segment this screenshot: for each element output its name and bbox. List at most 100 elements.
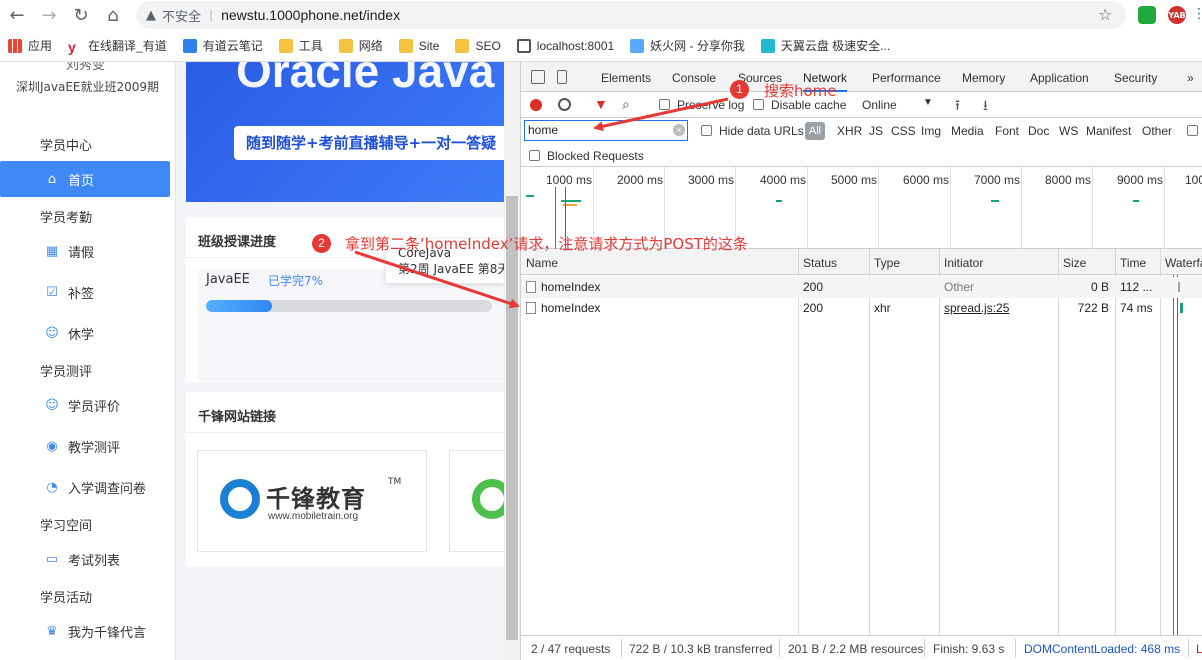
- filter-type-ws[interactable]: WS: [1059, 124, 1078, 138]
- record-icon[interactable]: [530, 99, 542, 111]
- bookmark-localhost[interactable]: localhost:8001: [516, 38, 614, 53]
- sidebar-item-label: 请假: [68, 245, 95, 261]
- banner[interactable]: Oracle Java 随到随学+考前直播辅导+一对一答疑: [186, 62, 504, 202]
- filter-type-js[interactable]: JS: [869, 124, 883, 138]
- blocked-requests-checkbox[interactable]: [529, 150, 540, 161]
- blocked-requests-row: Blocked Requests: [521, 144, 1202, 167]
- logo-tm: TM: [388, 477, 402, 487]
- status-resources: 201 B / 2.2 MB resources: [788, 642, 924, 656]
- bookmark-yaohuo[interactable]: 妖火网 - 分享你我: [630, 37, 745, 54]
- row-initiator: Other: [944, 280, 975, 294]
- home-icon: ⌂: [47, 171, 57, 187]
- class-name: 深圳JavaEE就业班2009期: [16, 80, 160, 94]
- sidebar-item-label: 入学调查问卷: [68, 481, 147, 497]
- tab-console[interactable]: Console: [672, 62, 716, 92]
- bookmark-note[interactable]: 有道云笔记: [182, 37, 263, 54]
- clear-icon[interactable]: [558, 98, 571, 111]
- bookmark-folder-site[interactable]: Site: [398, 38, 439, 53]
- clear-filter-icon[interactable]: ×: [673, 124, 685, 136]
- status-separator: [1015, 639, 1016, 657]
- sidebar-item-suspend[interactable]: ☺ 休学: [0, 315, 170, 351]
- scroll-thumb[interactable]: [506, 196, 518, 640]
- bookmark-label: 天翼云盘 极速安全...: [780, 39, 891, 53]
- hide-data-urls-checkbox[interactable]: [701, 125, 712, 136]
- filter-type-xhr[interactable]: XHR: [837, 124, 862, 138]
- inspect-icon[interactable]: [531, 70, 545, 84]
- tab-application[interactable]: Application: [1030, 62, 1089, 92]
- filter-type-img[interactable]: Img: [921, 124, 941, 138]
- bookmark-apps[interactable]: 应用: [8, 37, 52, 54]
- col-initiator[interactable]: Initiator: [939, 249, 1058, 275]
- omnibox[interactable]: ▲ 不安全 | newstu.1000phone.net/index: [136, 1, 1126, 29]
- tab-security[interactable]: Security: [1114, 62, 1157, 92]
- partner-link[interactable]: [449, 450, 512, 552]
- col-status[interactable]: Status: [798, 249, 869, 275]
- col-waterfall[interactable]: Waterfall: [1160, 249, 1202, 275]
- bookmark-folder-seo[interactable]: SEO: [455, 38, 501, 53]
- tab-memory[interactable]: Memory: [962, 62, 1005, 92]
- sidebar-item-home[interactable]: ⌂ 首页: [0, 161, 170, 197]
- import-har-icon[interactable]: ⭱: [955, 95, 960, 119]
- extension-shield-icon[interactable]: [1138, 6, 1156, 24]
- filter-icon[interactable]: ▼: [594, 96, 608, 112]
- progress-bar[interactable]: [206, 300, 492, 312]
- filter-type-font[interactable]: Font: [995, 124, 1019, 138]
- target-icon: ◉: [46, 438, 58, 454]
- browser-menu-icon[interactable]: ⋮: [1192, 6, 1202, 22]
- row-initiator-link[interactable]: spread.js:25: [939, 298, 1058, 319]
- bookmark-tianyi[interactable]: 天翼云盘 极速安全...: [760, 37, 891, 54]
- sidebar-item-student-review[interactable]: ☺ 学员评价: [0, 387, 170, 423]
- filter-type-all[interactable]: All: [805, 122, 825, 140]
- col-time[interactable]: Time: [1115, 249, 1160, 275]
- filter-type-media[interactable]: Media: [951, 124, 984, 138]
- device-toolbar-icon[interactable]: [557, 70, 567, 84]
- table-row[interactable]: homeIndex 200 xhr spread.js:25 722 B 74 …: [521, 298, 1202, 319]
- col-size[interactable]: Size: [1058, 249, 1115, 275]
- back-icon[interactable]: ←: [3, 1, 31, 29]
- filter-type-manifest[interactable]: Manifest: [1086, 124, 1131, 138]
- filter-type-doc[interactable]: Doc: [1028, 124, 1049, 138]
- search-icon[interactable]: ⌕: [622, 96, 630, 113]
- folder-icon: [278, 38, 293, 53]
- status-separator: [924, 639, 925, 657]
- more-tabs-icon[interactable]: »: [1187, 62, 1194, 92]
- col-type[interactable]: Type: [869, 249, 939, 275]
- network-toolbar: ▼ ⌕ Preserve log Disable cache Online ▼ …: [521, 92, 1202, 118]
- waterfall-load-line: [1177, 275, 1178, 635]
- page-scrollbar[interactable]: [504, 62, 520, 660]
- section-learning-space: 学习空间: [40, 519, 93, 534]
- links-card: 千锋网站链接 千锋教育 TM www.mobiletrain.org: [186, 392, 512, 567]
- sidebar-item-ambassador[interactable]: ♛ 我为千锋代言: [0, 613, 170, 649]
- url-text[interactable]: newstu.1000phone.net/index: [221, 7, 400, 23]
- filter-input[interactable]: home: [524, 120, 688, 141]
- card-divider: [186, 432, 504, 433]
- sidebar-item-teaching-review[interactable]: ◉ 教学测评: [0, 428, 170, 464]
- reload-icon[interactable]: ↻: [67, 1, 95, 29]
- overview-tick: [1092, 167, 1093, 249]
- sidebar-item-exams[interactable]: ▭ 考试列表: [0, 541, 170, 577]
- bookmark-folder-network[interactable]: 网络: [338, 37, 383, 54]
- row-time: 112 ...: [1120, 280, 1153, 294]
- disable-cache-checkbox[interactable]: [753, 99, 764, 110]
- table-row[interactable]: homeIndex 200 Other 0 B 112 ...: [521, 277, 1202, 298]
- filter-type-other[interactable]: Other: [1142, 124, 1172, 138]
- extra-checkbox[interactable]: [1187, 125, 1198, 136]
- bookmark-star-icon[interactable]: ☆: [1098, 5, 1112, 24]
- sidebar-item-signin[interactable]: ☑ 补签: [0, 274, 170, 310]
- forward-icon[interactable]: →: [35, 1, 63, 29]
- export-har-icon[interactable]: ⭳: [983, 95, 988, 119]
- bookmark-folder-tools[interactable]: 工具: [278, 37, 323, 54]
- bookmark-youdao[interactable]: y 在线翻译_有道: [68, 37, 167, 55]
- tab-elements[interactable]: Elements: [601, 62, 651, 92]
- extension-yab-icon[interactable]: YAB: [1168, 6, 1186, 24]
- qianfeng-logo-icon: [220, 479, 260, 519]
- home-nav-icon[interactable]: ⌂: [99, 1, 127, 29]
- sidebar-item-survey[interactable]: ◔ 入学调查问卷: [0, 469, 170, 505]
- qianfeng-link[interactable]: 千锋教育 TM www.mobiletrain.org: [197, 450, 427, 552]
- overview-tick-label: 9000 ms: [1117, 173, 1164, 187]
- filter-type-css[interactable]: CSS: [891, 124, 916, 138]
- sidebar-item-leave[interactable]: ▦ 请假: [0, 233, 170, 269]
- throttle-select[interactable]: Online: [862, 98, 897, 112]
- preserve-log-checkbox[interactable]: [659, 99, 670, 110]
- tab-performance[interactable]: Performance: [872, 62, 941, 92]
